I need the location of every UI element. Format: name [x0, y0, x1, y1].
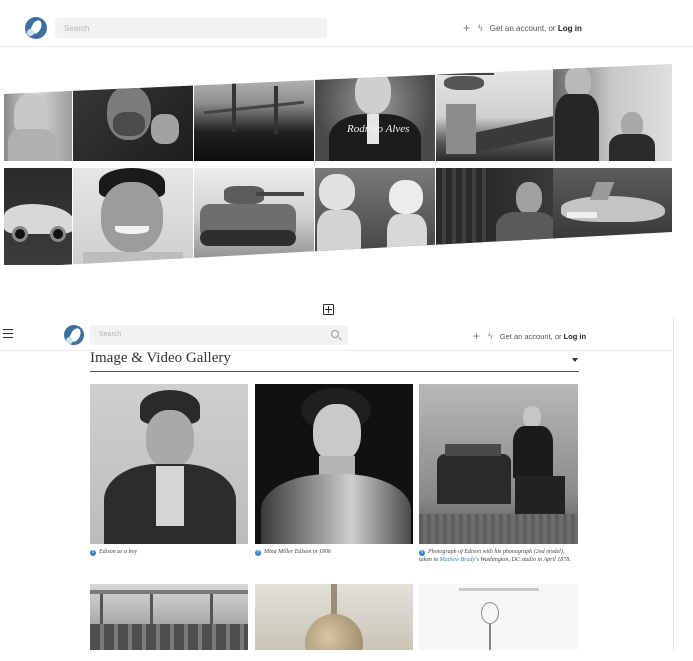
account-area: + ϟ Get an account, or Log in [463, 21, 582, 35]
tile-bearded-man[interactable] [73, 64, 193, 161]
tile-suited-man[interactable]: Rodrigo Alves [315, 64, 435, 161]
search-input[interactable]: Search [90, 325, 348, 345]
top-header: Search + ϟ Get an account, or Log in [0, 0, 693, 47]
tile-shark[interactable] [553, 168, 672, 265]
bolt-icon[interactable]: ϟ [488, 331, 493, 341]
info-icon[interactable]: i [90, 550, 96, 556]
gallery-page-header: Search + ϟ Get an account, or Log in [0, 318, 673, 351]
tile-bridge[interactable] [194, 64, 314, 161]
gallery-photo-woman[interactable] [255, 384, 413, 544]
tile-stormtroopers[interactable] [315, 168, 435, 265]
plus-icon[interactable]: + [463, 21, 470, 35]
caption-boy: i Edison as a boy [90, 548, 248, 556]
login-link[interactable]: Log in [564, 332, 587, 341]
caption-woman: i Mina Miller Edison in 1906 [255, 548, 413, 556]
info-icon[interactable]: i [255, 550, 261, 556]
tile-helicopter[interactable] [436, 64, 556, 161]
expand-icon[interactable] [323, 304, 334, 315]
gallery-photo-phonograph[interactable] [419, 384, 578, 544]
site-logo-icon[interactable] [64, 325, 84, 345]
page-edge-divider [673, 318, 674, 661]
search-input[interactable]: Search [55, 18, 327, 38]
account-prefix[interactable]: Get an account, or [500, 332, 562, 341]
site-logo-icon[interactable] [25, 17, 47, 39]
search-placeholder: Search [99, 331, 122, 338]
tile-sports-car[interactable] [4, 168, 72, 265]
tile-thinking-man[interactable] [436, 168, 556, 265]
login-link[interactable]: Log in [558, 24, 582, 33]
gallery-photo-boy[interactable] [90, 384, 248, 544]
menu-list-icon[interactable] [3, 329, 13, 338]
tile-actors[interactable] [553, 64, 672, 161]
search-icon[interactable] [331, 330, 339, 338]
search-placeholder: Search [64, 24, 90, 33]
mathew-brady-link[interactable]: Mathew Brady [440, 557, 476, 563]
gallery-photo-bulb[interactable] [255, 584, 413, 654]
account-prefix[interactable]: Get an account, or [490, 24, 556, 33]
tile-tank[interactable] [194, 168, 314, 265]
info-icon[interactable]: i [419, 550, 425, 556]
caption-phonograph: i Photograph of Edison with his phonograp… [419, 549, 571, 563]
gallery-divider [90, 371, 579, 372]
mosaic-caption: Rodrigo Alves [347, 123, 410, 135]
gallery-photo-patent[interactable] [419, 584, 578, 654]
tile-smiling-man[interactable] [73, 168, 193, 265]
bolt-icon[interactable]: ϟ [478, 23, 483, 33]
plus-icon[interactable]: + [473, 329, 480, 343]
tile-statue[interactable] [4, 64, 72, 161]
account-area: + ϟ Get an account, or Log in [473, 329, 586, 343]
photo-mosaic: Rodrigo Alves [4, 64, 672, 268]
gallery-title: Image & Video Gallery [90, 350, 231, 366]
page-bottom-edge [0, 650, 693, 661]
chevron-down-icon[interactable] [572, 358, 578, 362]
gallery-photo-laboratory[interactable] [90, 584, 248, 654]
